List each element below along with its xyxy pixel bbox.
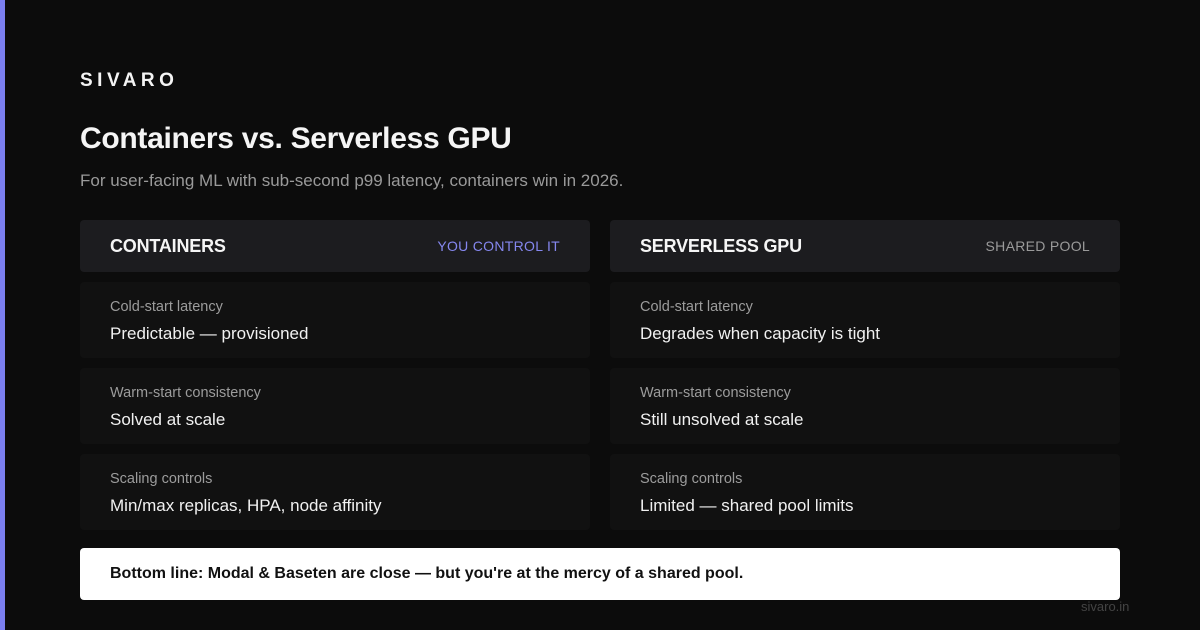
column-title: CONTAINERS: [110, 235, 226, 256]
page-subtitle: For user-facing ML with sub-second p99 l…: [80, 171, 624, 190]
comparison-row: Warm-start consistency Still unsolved at…: [610, 368, 1120, 444]
column-tag: YOU CONTROL IT: [437, 238, 560, 254]
comparison-row: Cold-start latency Predictable — provisi…: [80, 282, 590, 358]
row-value: Solved at scale: [110, 410, 226, 429]
accent-bar: [0, 0, 5, 630]
row-label: Cold-start latency: [110, 299, 223, 315]
column-tag: SHARED POOL: [985, 238, 1090, 254]
row-label: Cold-start latency: [640, 299, 753, 315]
page-title: Containers vs. Serverless GPU: [80, 122, 512, 155]
comparison-row: Cold-start latency Degrades when capacit…: [610, 282, 1120, 358]
row-label: Scaling controls: [640, 471, 743, 487]
row-label: Scaling controls: [110, 471, 213, 487]
brand-logo: SIVARO: [80, 70, 179, 91]
bottom-line-callout: Bottom line: Modal & Baseten are close —…: [80, 548, 1120, 600]
containers-header: CONTAINERS YOU CONTROL IT: [80, 220, 590, 272]
row-value: Limited — shared pool limits: [640, 496, 854, 515]
serverless-gpu-column: SERVERLESS GPU SHARED POOL Cold-start la…: [610, 220, 1120, 530]
comparison-row: Scaling controls Min/max replicas, HPA, …: [80, 454, 590, 530]
comparison-row: Warm-start consistency Solved at scale: [80, 368, 590, 444]
row-value: Predictable — provisioned: [110, 324, 309, 343]
row-value: Min/max replicas, HPA, node affinity: [110, 496, 382, 515]
comparison-row: Scaling controls Limited — shared pool l…: [610, 454, 1120, 530]
footer-url: sivaro.in: [1081, 599, 1130, 614]
column-title: SERVERLESS GPU: [640, 235, 802, 256]
row-label: Warm-start consistency: [110, 385, 261, 401]
containers-column: CONTAINERS YOU CONTROL IT Cold-start lat…: [80, 220, 590, 530]
row-label: Warm-start consistency: [640, 385, 791, 401]
row-value: Still unsolved at scale: [640, 410, 804, 429]
row-value: Degrades when capacity is tight: [640, 324, 881, 343]
serverless-header: SERVERLESS GPU SHARED POOL: [610, 220, 1120, 272]
